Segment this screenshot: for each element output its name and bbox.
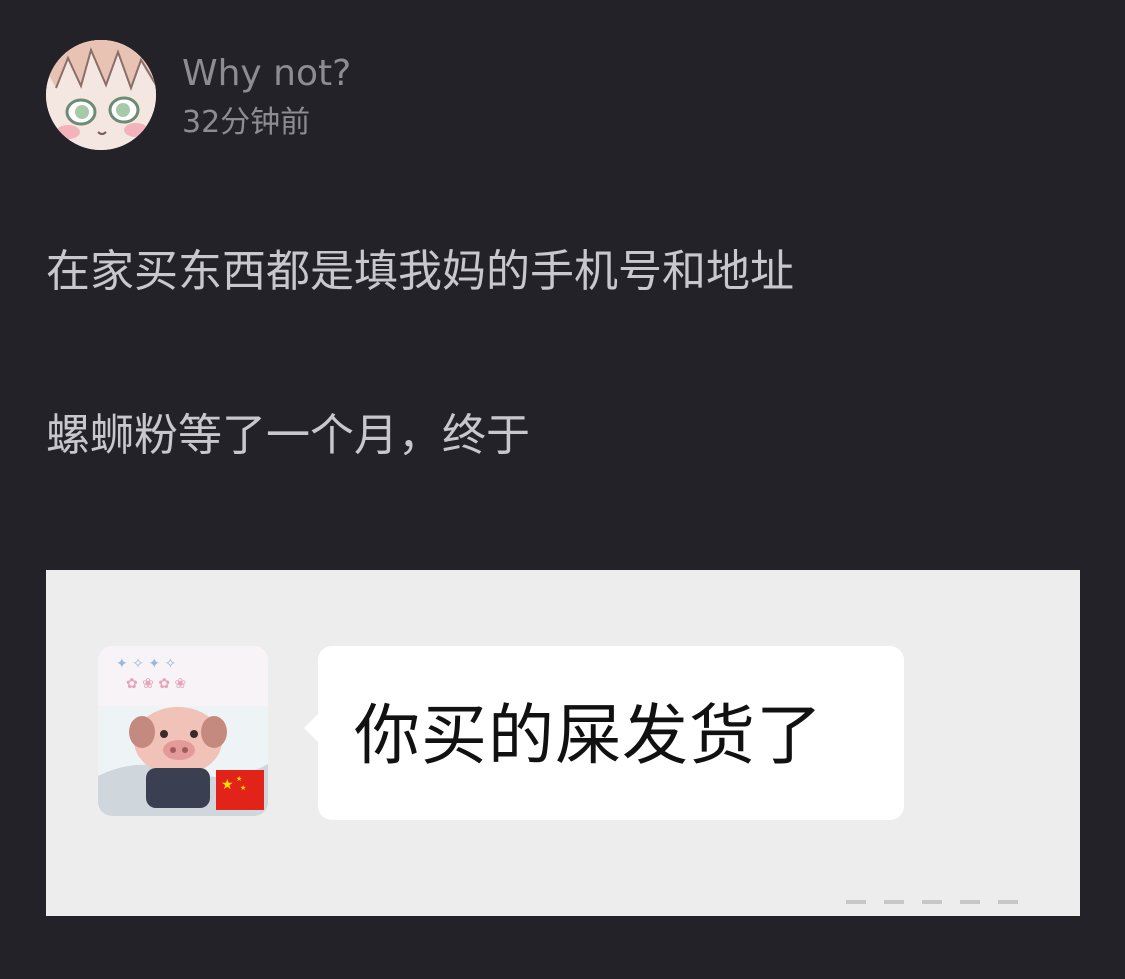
author-avatar[interactable] bbox=[46, 40, 156, 150]
svg-text:✦ ✧ ✦ ✧: ✦ ✧ ✦ ✧ bbox=[116, 656, 177, 672]
svg-text:✿ ❀ ✿ ❀: ✿ ❀ ✿ ❀ bbox=[126, 676, 186, 692]
post-card: Why not? 32分钟前 在家买东西都是填我妈的手机号和地址 螺蛳粉等了一个… bbox=[0, 0, 1125, 979]
post-image[interactable]: ✦ ✧ ✦ ✧ ✿ ❀ ✿ ❀ ★ ★ ★ 你买的屎发货了 bbox=[46, 570, 1080, 916]
post-text-line: 螺蛳粉等了一个月，终于 bbox=[46, 410, 530, 461]
chat-avatar: ✦ ✧ ✦ ✧ ✿ ❀ ✿ ❀ ★ ★ ★ bbox=[98, 646, 268, 816]
chat-message-text: 你买的屎发货了 bbox=[354, 697, 823, 774]
svg-text:★: ★ bbox=[240, 784, 246, 792]
bubble-tail bbox=[304, 712, 320, 744]
svg-text:★: ★ bbox=[236, 775, 242, 783]
author-name[interactable]: Why not? bbox=[182, 52, 351, 96]
svg-text:★: ★ bbox=[221, 777, 234, 793]
post-timestamp: 32分钟前 bbox=[182, 105, 311, 140]
anime-face-icon bbox=[46, 40, 156, 150]
chat-bubble: 你买的屎发货了 bbox=[304, 646, 904, 820]
post-text-line: 在家买东西都是填我妈的手机号和地址 bbox=[46, 246, 794, 297]
pig-avatar-icon: ✦ ✧ ✦ ✧ ✿ ❀ ✿ ❀ ★ ★ ★ bbox=[98, 646, 268, 816]
cropped-caption bbox=[846, 900, 1046, 916]
